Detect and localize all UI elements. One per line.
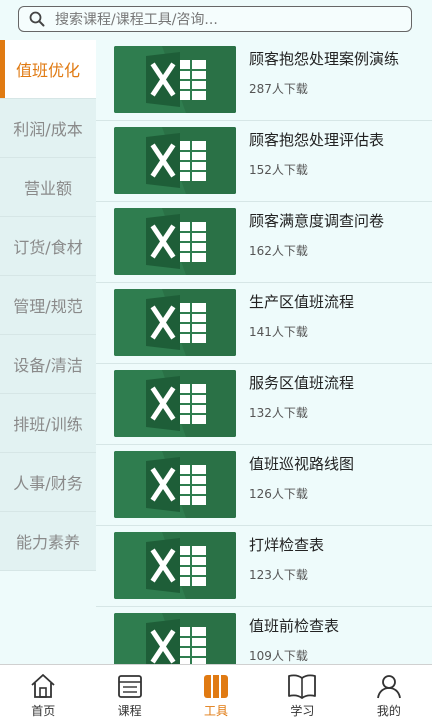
nav-label: 课程 (117, 704, 142, 718)
item-title: 顾客抱怨处理评估表 (249, 131, 385, 149)
sidebar-item-label: 能力素养 (15, 533, 80, 552)
search-icon (29, 11, 45, 27)
sidebar-item-competency[interactable]: 能力素养 (0, 512, 96, 571)
nav-label: 首页 (31, 704, 56, 718)
excel-file-icon (114, 613, 236, 664)
download-count: 123人下载 (249, 568, 308, 582)
item-title: 服务区值班流程 (249, 374, 355, 392)
excel-file-icon (114, 451, 236, 518)
list-item[interactable]: 值班巡视路线图 126人下载 (96, 445, 432, 526)
excel-file-icon (114, 46, 236, 113)
nav-label: 我的 (376, 704, 401, 718)
sidebar-item-revenue[interactable]: 营业额 (0, 158, 96, 217)
course-icon (117, 675, 142, 698)
nav-label: 学习 (290, 704, 315, 718)
download-count: 287人下载 (249, 82, 308, 96)
download-count: 126人下载 (249, 487, 308, 501)
excel-file-icon (114, 532, 236, 599)
sidebar-item-duty-optimization[interactable]: 值班优化 (0, 40, 96, 99)
download-count: 152人下载 (249, 163, 308, 177)
item-title: 顾客满意度调查问卷 (249, 212, 385, 230)
excel-file-icon (114, 127, 236, 194)
item-title: 打烊检查表 (249, 536, 325, 554)
search-input[interactable] (53, 9, 407, 31)
nav-study[interactable]: 学习 (259, 665, 345, 720)
list-item[interactable]: 生产区值班流程 141人下载 (96, 283, 432, 364)
nav-label: 工具 (204, 704, 229, 718)
nav-course[interactable]: 课程 (86, 665, 172, 720)
list-item[interactable]: 服务区值班流程 132人下载 (96, 364, 432, 445)
sidebar-item-hr-finance[interactable]: 人事/财务 (0, 453, 96, 512)
excel-file-icon (114, 370, 236, 437)
tools-icon (204, 675, 229, 698)
user-icon (376, 675, 401, 699)
sidebar-item-profit-cost[interactable]: 利润/成本 (0, 99, 96, 158)
top-bar (0, 0, 432, 40)
book-icon (288, 674, 317, 699)
list-item[interactable]: 顾客抱怨处理评估表 152人下载 (96, 121, 432, 202)
list-item[interactable]: 顾客抱怨处理案例演练 287人下载 (96, 40, 432, 121)
download-count: 132人下载 (249, 406, 308, 420)
sidebar-item-label: 利润/成本 (13, 120, 83, 139)
item-title: 顾客抱怨处理案例演练 (249, 50, 400, 68)
list-item[interactable]: 顾客满意度调查问卷 162人下载 (96, 202, 432, 283)
download-count: 162人下载 (249, 244, 308, 258)
nav-tools[interactable]: 工具 (173, 665, 259, 720)
sidebar-item-label: 订货/食材 (13, 238, 83, 257)
nav-mine[interactable]: 我的 (346, 665, 432, 720)
category-sidebar: 值班优化 利润/成本 营业额 订货/食材 管理/规范 设备/清洁 排班/训练 人… (0, 40, 96, 664)
bottom-nav: 首页 课程 工具 学习 我的 (0, 664, 432, 720)
sidebar-item-label: 人事/财务 (13, 474, 83, 493)
download-count: 141人下载 (249, 325, 308, 339)
list-item[interactable]: 值班前检查表 109人下载 (96, 607, 432, 664)
excel-file-icon (114, 208, 236, 275)
item-title: 值班前检查表 (249, 617, 340, 635)
sidebar-item-label: 营业额 (23, 179, 72, 198)
home-icon (31, 674, 55, 698)
nav-home[interactable]: 首页 (0, 665, 86, 720)
item-title: 值班巡视路线图 (249, 455, 355, 473)
sidebar-item-label: 设备/清洁 (13, 356, 83, 375)
download-count: 109人下载 (249, 649, 308, 663)
excel-file-icon (114, 289, 236, 356)
sidebar-item-label: 值班优化 (15, 61, 80, 80)
sidebar-item-management-standards[interactable]: 管理/规范 (0, 276, 96, 335)
sidebar-item-ordering-ingredients[interactable]: 订货/食材 (0, 217, 96, 276)
sidebar-item-equipment-cleaning[interactable]: 设备/清洁 (0, 335, 96, 394)
tool-list: 顾客抱怨处理案例演练 287人下载 顾客抱怨处理评估表 152人下载 顾客满意度… (96, 40, 432, 664)
sidebar-item-label: 排班/训练 (13, 415, 83, 434)
sidebar-item-label: 管理/规范 (13, 297, 83, 316)
search-box[interactable] (18, 6, 412, 32)
list-item[interactable]: 打烊检查表 123人下载 (96, 526, 432, 607)
sidebar-item-scheduling-training[interactable]: 排班/训练 (0, 394, 96, 453)
item-title: 生产区值班流程 (249, 293, 355, 311)
